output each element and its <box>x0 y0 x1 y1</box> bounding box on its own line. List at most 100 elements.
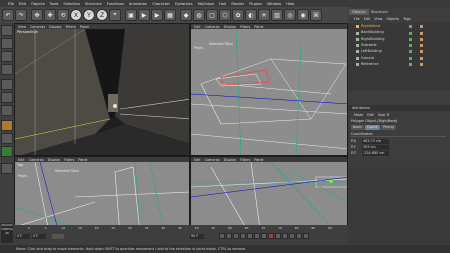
om-menu-edit[interactable]: Edit <box>364 16 371 22</box>
front-viewport[interactable]: Edit Cameras Display Filters Panel <box>190 156 348 236</box>
menu-file[interactable]: File <box>8 2 14 6</box>
texture-tag-icon[interactable] <box>420 63 423 67</box>
menu-tools[interactable]: Tools <box>50 2 59 6</box>
model-tool[interactable] <box>1 38 13 49</box>
render-settings-icon[interactable]: ▦ <box>164 9 176 21</box>
attr-menu-userdata[interactable]: User D <box>378 112 389 118</box>
render-region-icon[interactable]: ▣ <box>125 9 137 21</box>
vp-menu-panel[interactable]: Panel <box>80 25 89 29</box>
end-frame-field[interactable]: 90 F <box>190 234 204 239</box>
rotation-key-icon[interactable] <box>296 233 302 239</box>
object-row[interactable]: Ground <box>356 56 448 62</box>
vp-menu-cameras[interactable]: Cameras <box>205 25 220 29</box>
top-viewport[interactable]: Edit Cameras Display Filters Panel Top S… <box>14 156 190 236</box>
enable-axis-tool[interactable] <box>1 120 13 131</box>
attr-menu-mode[interactable]: Mode <box>354 112 363 118</box>
floor-icon[interactable]: ▥ <box>271 9 283 21</box>
menu-animation[interactable]: Animation <box>129 2 147 6</box>
visibility-dot-icon[interactable] <box>409 50 412 54</box>
vp-menu-display[interactable]: Display <box>224 25 237 29</box>
next-key-icon[interactable] <box>254 233 260 239</box>
snap-tool[interactable] <box>1 146 13 157</box>
menu-render[interactable]: Render <box>231 2 244 6</box>
om-menu-file[interactable]: File <box>354 16 360 22</box>
edges-tool[interactable] <box>1 92 13 103</box>
scale-icon[interactable]: ✚ <box>44 9 56 21</box>
attr-tab-coord[interactable]: Coord. <box>364 125 381 130</box>
rotate-icon[interactable]: ⟲ <box>57 9 69 21</box>
vp-menu-view[interactable]: View <box>18 25 26 29</box>
axis-tool[interactable] <box>1 64 13 75</box>
coordinate-value-field[interactable]: -234.685 cm <box>362 151 389 156</box>
vp-menu-filters[interactable]: Filters <box>240 25 250 29</box>
menu-objects[interactable]: Objects <box>31 2 45 6</box>
tab-structure[interactable]: Structure <box>368 9 391 15</box>
vp-menu-display[interactable]: Display <box>224 158 237 162</box>
tweak-tool[interactable] <box>1 133 13 144</box>
texture-tool[interactable] <box>1 51 13 62</box>
render-picture-viewer-icon[interactable]: ▶ <box>151 9 163 21</box>
visibility-dot-icon[interactable] <box>409 63 412 67</box>
vp-menu-display[interactable]: Display <box>48 158 61 162</box>
visibility-dot-icon[interactable] <box>409 44 412 48</box>
vp-menu-filters[interactable]: Filters <box>66 25 76 29</box>
visibility-dot-icon[interactable] <box>409 25 412 29</box>
spline-icon[interactable]: ▢ <box>206 9 218 21</box>
coordinate-value-field[interactable]: 463.73 cm <box>362 139 389 144</box>
object-row[interactable]: RightBuilding <box>356 37 448 43</box>
position-key-icon[interactable] <box>289 233 295 239</box>
object-row[interactable]: Sidewalk <box>356 43 448 49</box>
points-tool[interactable] <box>1 79 13 90</box>
play-icon[interactable] <box>240 233 246 239</box>
nurbs-icon[interactable]: ◍ <box>193 9 205 21</box>
texture-tag-icon[interactable] <box>420 50 423 54</box>
vp-menu-cameras[interactable]: Cameras <box>30 25 45 29</box>
vp-menu-filters[interactable]: Filters <box>240 158 250 162</box>
first-frame-icon[interactable] <box>219 233 225 239</box>
undo-icon[interactable]: ↶ <box>2 9 14 21</box>
menu-dynamics[interactable]: Dynamics <box>175 2 193 6</box>
timeline[interactable]: 0 5 10 15 20 25 30 35 40 45 50 55 60 65 70 75 80 85 90 0 F… <box>14 225 348 245</box>
object-row[interactable]: Reference <box>356 62 448 68</box>
menu-hair[interactable]: Hair <box>219 2 226 6</box>
tab-objects[interactable]: Objects <box>349 9 369 15</box>
frame-slider[interactable] <box>52 234 64 239</box>
coordinate-value-field[interactable]: 205 cm <box>362 145 389 150</box>
next-frame-icon[interactable] <box>247 233 253 239</box>
z-axis-icon[interactable]: Z <box>96 9 108 21</box>
right-viewport[interactable]: Edit Cameras Display Filters Panel Selec… <box>190 23 348 156</box>
start-frame-field[interactable]: 0 F <box>16 234 30 239</box>
texture-tag-icon[interactable] <box>420 25 423 29</box>
deformer-icon[interactable]: ✿ <box>232 9 244 21</box>
make-editable-tool[interactable] <box>1 25 13 36</box>
redo-icon[interactable]: ↷ <box>15 9 27 21</box>
vp-menu-edit[interactable]: Edit <box>194 25 201 29</box>
polygons-tool[interactable] <box>1 105 13 116</box>
render-view-icon[interactable]: ▶ <box>138 9 150 21</box>
scale-key-icon[interactable] <box>303 233 309 239</box>
texture-tag-icon[interactable] <box>420 31 423 35</box>
coord-system-icon[interactable]: ⌖ <box>109 9 121 21</box>
vp-menu-edit[interactable]: Edit <box>18 158 25 162</box>
menu-help[interactable]: Help <box>286 2 294 6</box>
menu-edit[interactable]: Edit <box>19 2 26 6</box>
y-axis-icon[interactable]: Y <box>83 9 95 21</box>
camera-icon[interactable]: ◎ <box>284 9 296 21</box>
cube-icon[interactable]: ◆ <box>180 9 192 21</box>
vp-menu-panel[interactable]: Panel <box>254 25 263 29</box>
prev-frame-icon[interactable] <box>233 233 239 239</box>
move-icon[interactable]: ✥ <box>31 9 43 21</box>
autokey-icon[interactable] <box>275 233 281 239</box>
environment-icon[interactable]: ◐ <box>245 9 257 21</box>
menu-selection[interactable]: Selection <box>63 2 80 6</box>
more-icon[interactable]: ⌘ <box>310 9 322 21</box>
object-row[interactable]: RightWand <box>356 24 448 30</box>
attr-menu-edit[interactable]: Edit <box>367 112 374 118</box>
light-icon[interactable]: ☀ <box>258 9 270 21</box>
menu-character[interactable]: Character <box>152 2 170 6</box>
prev-key-icon[interactable] <box>226 233 232 239</box>
attr-tab-phong[interactable]: Phong <box>381 125 396 130</box>
keyframe-icon[interactable] <box>282 233 288 239</box>
menu-structure[interactable]: Structure <box>85 2 102 6</box>
visibility-dot-icon[interactable] <box>409 56 412 60</box>
